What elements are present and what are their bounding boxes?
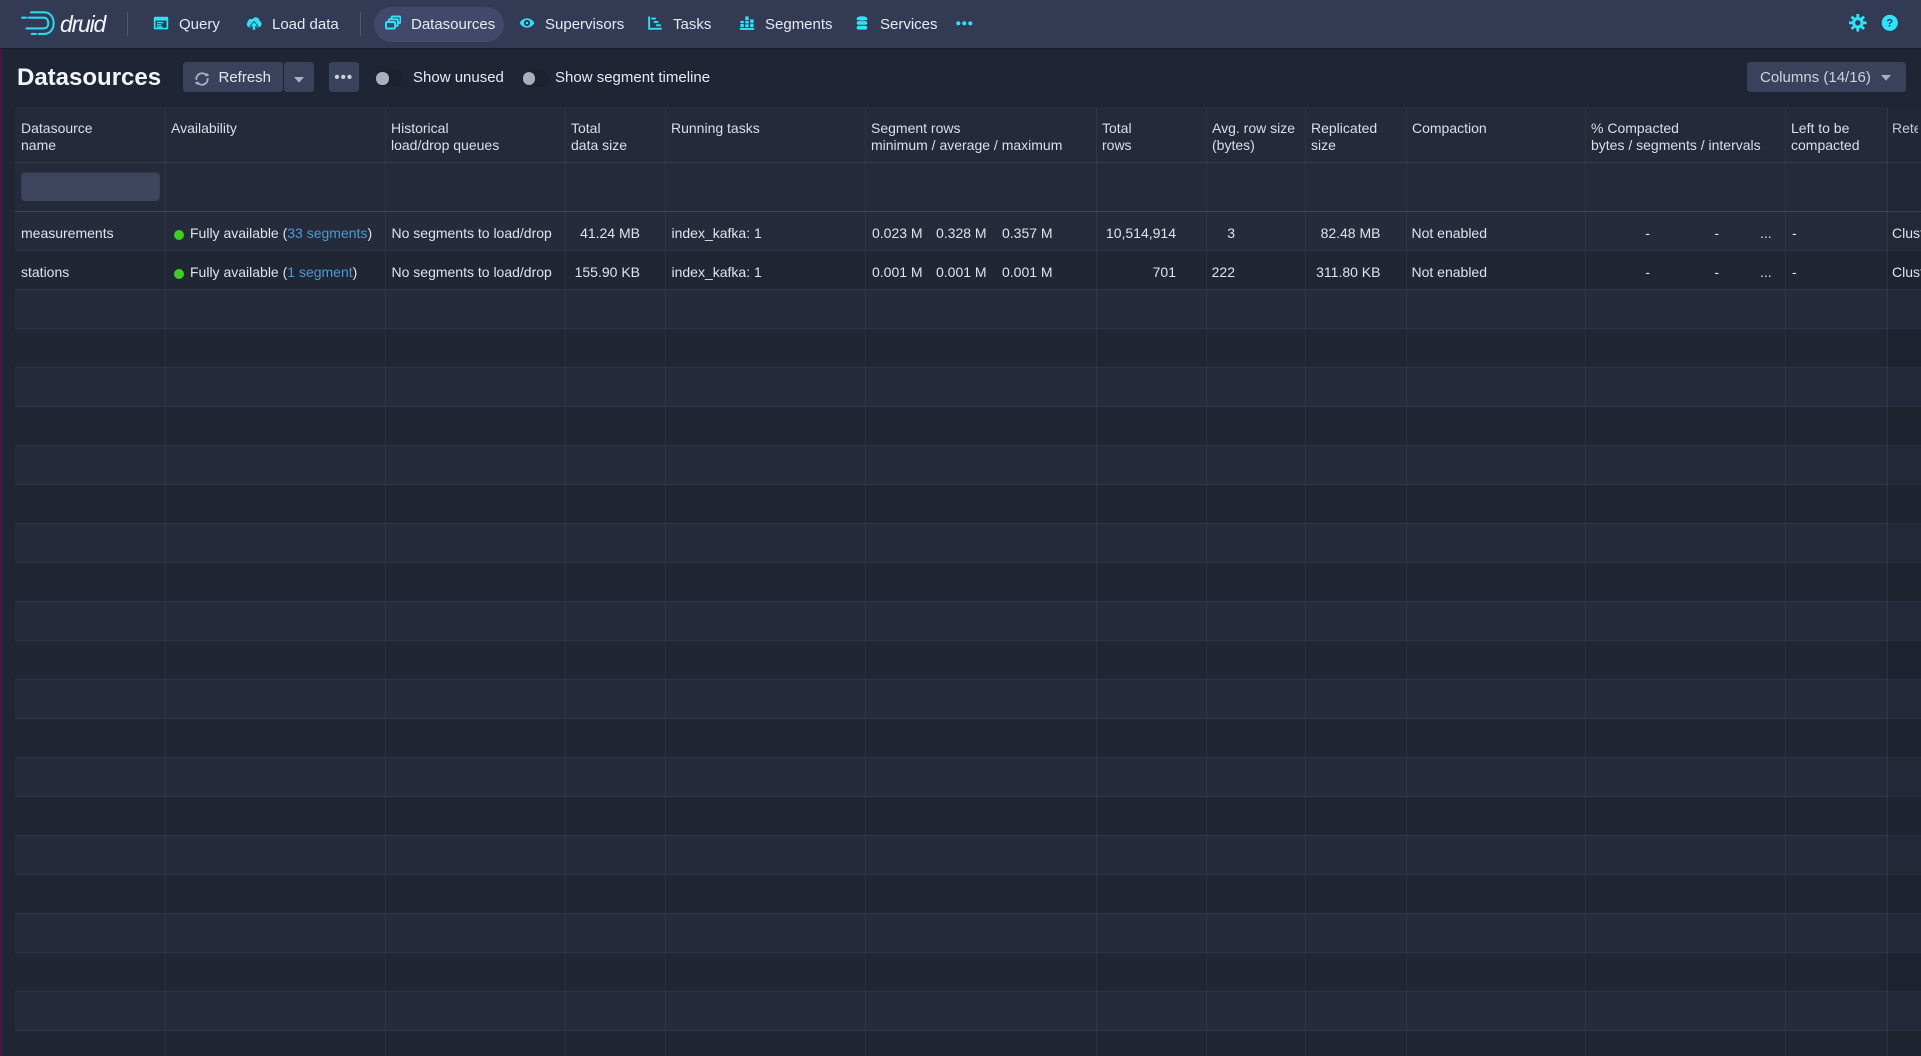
svg-text:?: ?: [1886, 18, 1893, 30]
